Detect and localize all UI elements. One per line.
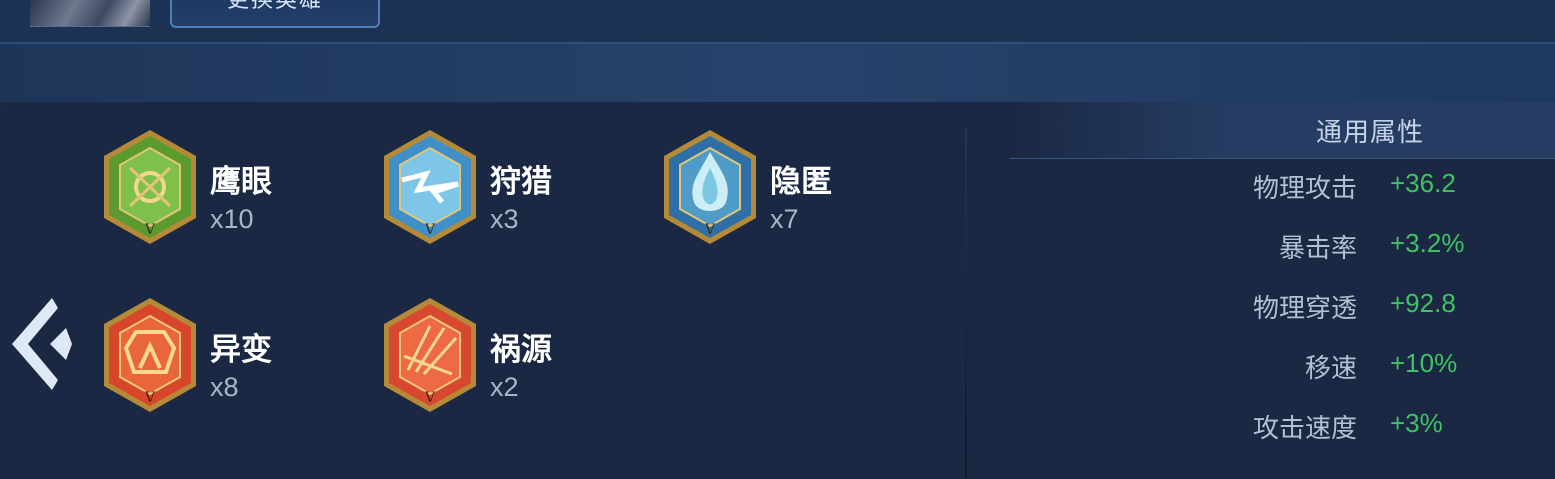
back-arrow-icon[interactable] bbox=[8, 298, 72, 390]
stat-row: 攻击速度 +3% bbox=[1180, 408, 1540, 448]
set-item-stealth[interactable]: V 隐匿 x7 bbox=[660, 128, 920, 248]
set-count: x10 bbox=[210, 204, 254, 234]
svg-text:V: V bbox=[424, 390, 436, 406]
set-count: x7 bbox=[770, 204, 799, 234]
set-item-hunt[interactable]: V 狩猎 x3 bbox=[380, 128, 640, 248]
hawkeye-set-icon: V bbox=[104, 130, 196, 244]
set-item-hawkeye[interactable]: V 鹰眼 x10 bbox=[100, 128, 360, 248]
top-bar: 更换英雄 bbox=[0, 0, 1555, 44]
header-band bbox=[0, 44, 1555, 102]
svg-text:V: V bbox=[424, 222, 436, 238]
stat-row: 移速 +10% bbox=[1180, 348, 1540, 388]
set-name: 祸源 bbox=[490, 332, 552, 368]
calamity-set-icon: V bbox=[384, 298, 476, 412]
stats-title: 通用属性 bbox=[1316, 118, 1425, 148]
stat-label: 攻击速度 bbox=[1252, 414, 1357, 444]
stat-label: 物理攻击 bbox=[1252, 174, 1357, 204]
panel-divider bbox=[965, 128, 967, 479]
stat-label: 暴击率 bbox=[1278, 234, 1357, 264]
set-count: x3 bbox=[490, 204, 519, 234]
stat-value: +10% bbox=[1390, 348, 1458, 378]
stat-row: 物理穿透 +92.8 bbox=[1180, 288, 1540, 328]
stat-value: +3% bbox=[1390, 408, 1443, 438]
svg-text:V: V bbox=[144, 390, 156, 406]
set-name: 狩猎 bbox=[490, 164, 552, 200]
set-item-calamity[interactable]: V 祸源 x2 bbox=[380, 296, 640, 416]
stealth-set-icon: V bbox=[664, 130, 756, 244]
set-count: x2 bbox=[490, 372, 519, 402]
set-count: x8 bbox=[210, 372, 239, 402]
set-name: 异变 bbox=[210, 332, 272, 368]
stat-label: 物理穿透 bbox=[1252, 294, 1357, 324]
stat-label: 移速 bbox=[1304, 354, 1357, 384]
change-hero-label: 更换英雄 bbox=[226, 0, 323, 13]
stat-row: 物理攻击 +36.2 bbox=[1180, 168, 1540, 208]
hunt-set-icon: V bbox=[384, 130, 476, 244]
stat-value: +92.8 bbox=[1390, 288, 1456, 318]
svg-text:V: V bbox=[704, 222, 716, 238]
svg-text:V: V bbox=[144, 222, 156, 238]
set-name: 隐匿 bbox=[770, 164, 832, 200]
mutation-set-icon: V bbox=[104, 298, 196, 412]
stat-value: +3.2% bbox=[1390, 228, 1465, 258]
stat-row: 暴击率 +3.2% bbox=[1180, 228, 1540, 268]
stats-header bbox=[1010, 102, 1555, 159]
change-hero-button[interactable]: 更换英雄 bbox=[170, 0, 380, 28]
hero-avatar[interactable] bbox=[30, 0, 150, 27]
stat-value: +36.2 bbox=[1390, 168, 1456, 198]
set-name: 鹰眼 bbox=[210, 164, 272, 200]
set-item-mutation[interactable]: V 异变 x8 bbox=[100, 296, 360, 416]
